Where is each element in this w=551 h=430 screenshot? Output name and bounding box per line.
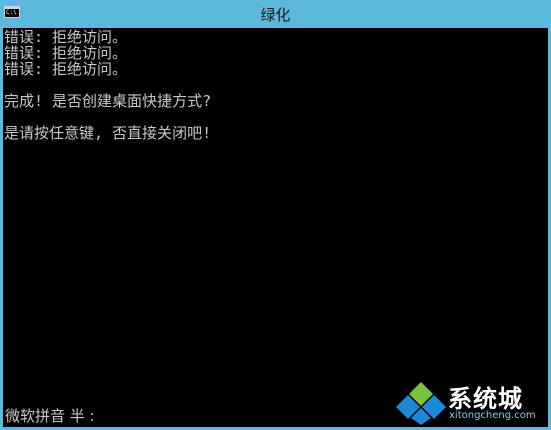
title-bar[interactable]: C:\ 绿化 [0, 0, 551, 28]
watermark-brand: 系统城 [448, 385, 523, 413]
console-line: 是请按任意键, 否直接关闭吧! [4, 124, 212, 142]
watermark-logo: 系统城 xitongcheng.com [396, 377, 546, 427]
console-line: 完成! 是否创建桌面快捷方式? [4, 92, 212, 110]
console-window: C:\ 绿化 错误: 拒绝访问。 错误: 拒绝访问。 错误: 拒绝访问。 完成!… [0, 0, 551, 430]
windows-logo-icon [396, 382, 446, 425]
window-title: 绿化 [260, 6, 291, 24]
console-line: 错误: 拒绝访问。 [4, 44, 128, 62]
console-line: 错误: 拒绝访问。 [4, 28, 128, 46]
console-output[interactable]: 错误: 拒绝访问。 错误: 拒绝访问。 错误: 拒绝访问。 完成! 是否创建桌面… [4, 29, 548, 407]
ime-status-bar: 微软拼音 半 : [5, 407, 95, 425]
watermark-domain: xitongcheng.com [449, 410, 536, 421]
console-line: 错误: 拒绝访问。 [4, 60, 128, 78]
